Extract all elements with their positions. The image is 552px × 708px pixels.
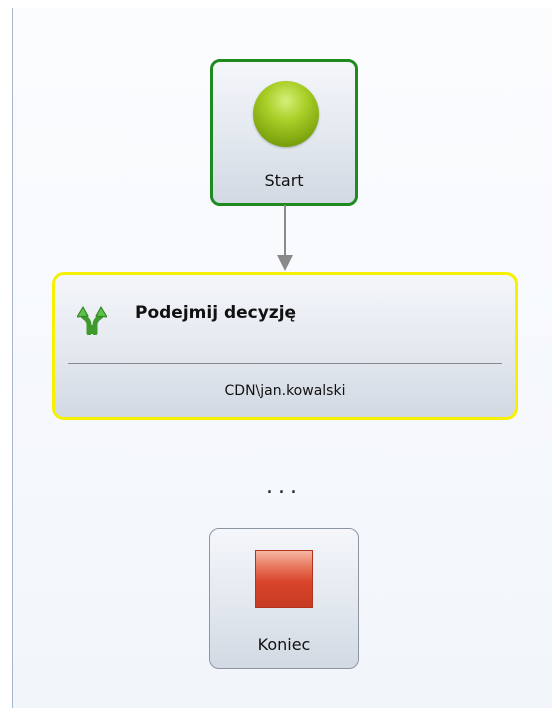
green-circle-icon xyxy=(253,81,319,147)
end-node[interactable]: Koniec xyxy=(209,528,359,669)
decision-title: Podejmij decyzję xyxy=(135,303,297,323)
decision-split-arrows-icon xyxy=(77,306,107,335)
end-label: Koniec xyxy=(257,635,311,654)
red-square-icon xyxy=(255,550,313,608)
start-node[interactable]: Start xyxy=(210,59,358,206)
decision-assignee: CDN\jan.kowalski xyxy=(224,383,346,399)
ellipsis: ... xyxy=(266,474,302,499)
connector-arrow xyxy=(277,205,293,271)
decision-divider xyxy=(68,363,502,364)
start-label: Start xyxy=(264,171,304,190)
decision-node[interactable]: Podejmij decyzję CDN\jan.kowalski xyxy=(52,272,518,420)
